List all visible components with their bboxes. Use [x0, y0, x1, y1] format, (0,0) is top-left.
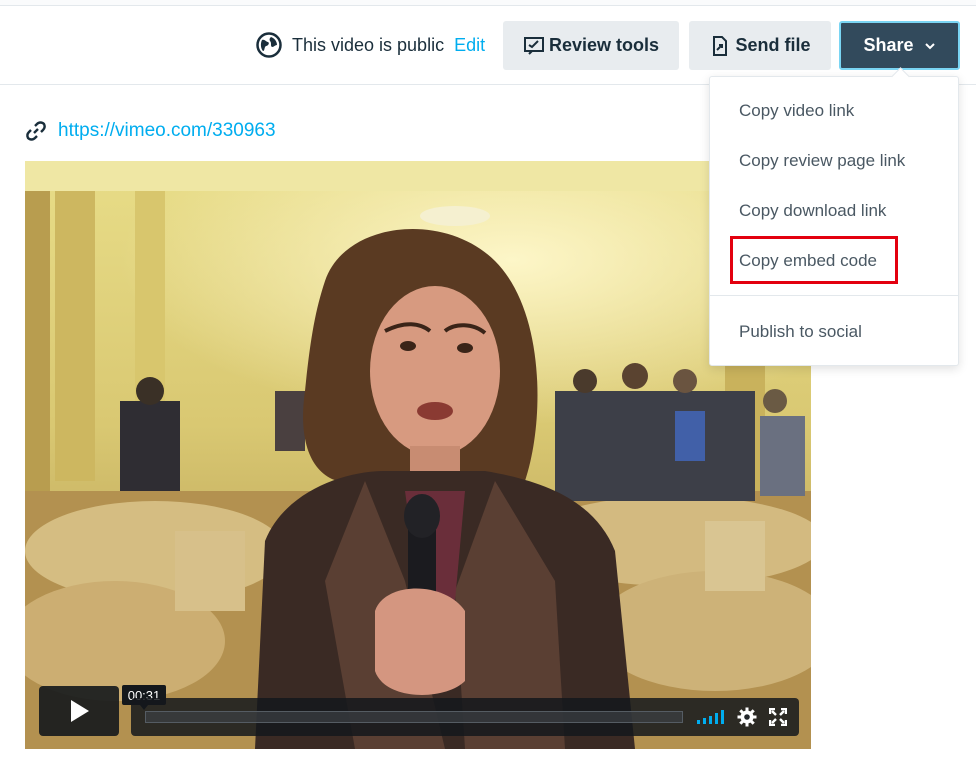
player-controls	[131, 698, 799, 736]
play-button[interactable]	[39, 686, 119, 736]
share-dropdown-menu: Copy video link Copy review page link Co…	[709, 76, 959, 366]
review-tools-button[interactable]: Review tools	[503, 21, 679, 70]
send-file-icon	[713, 35, 728, 56]
menu-item-copy-video-link[interactable]: Copy video link	[739, 101, 854, 121]
edit-privacy-link[interactable]: Edit	[454, 35, 485, 56]
review-tools-icon	[523, 36, 544, 55]
globe-icon	[256, 32, 282, 58]
menu-item-publish-to-social[interactable]: Publish to social	[739, 322, 862, 342]
menu-item-copy-review-page-link[interactable]: Copy review page link	[739, 151, 905, 171]
menu-divider	[710, 295, 958, 296]
progress-bar[interactable]	[145, 711, 683, 723]
send-file-label: Send file	[735, 35, 811, 55]
privacy-text: This video is public	[292, 34, 445, 55]
share-label: Share	[863, 35, 914, 55]
review-tools-label: Review tools	[548, 35, 660, 55]
menu-item-copy-download-link[interactable]: Copy download link	[739, 201, 886, 221]
link-icon	[26, 121, 46, 141]
menu-item-copy-embed-code[interactable]: Copy embed code	[739, 251, 877, 271]
video-player[interactable]: 00:31	[25, 161, 811, 749]
volume-icon[interactable]	[697, 710, 727, 724]
chevron-down-icon	[924, 42, 935, 49]
share-button[interactable]: Share	[839, 21, 960, 70]
play-icon	[71, 700, 89, 722]
video-frame	[25, 161, 811, 749]
video-link-row: https://vimeo.com/330963	[24, 118, 276, 144]
video-url-link[interactable]: https://vimeo.com/330963	[58, 120, 276, 142]
send-file-button[interactable]: Send file	[689, 21, 831, 70]
settings-icon[interactable]	[737, 707, 757, 727]
fullscreen-icon[interactable]	[769, 708, 787, 726]
video-header: This video is public Edit Review tools S…	[0, 6, 976, 85]
privacy-status: This video is public Edit	[256, 32, 485, 58]
